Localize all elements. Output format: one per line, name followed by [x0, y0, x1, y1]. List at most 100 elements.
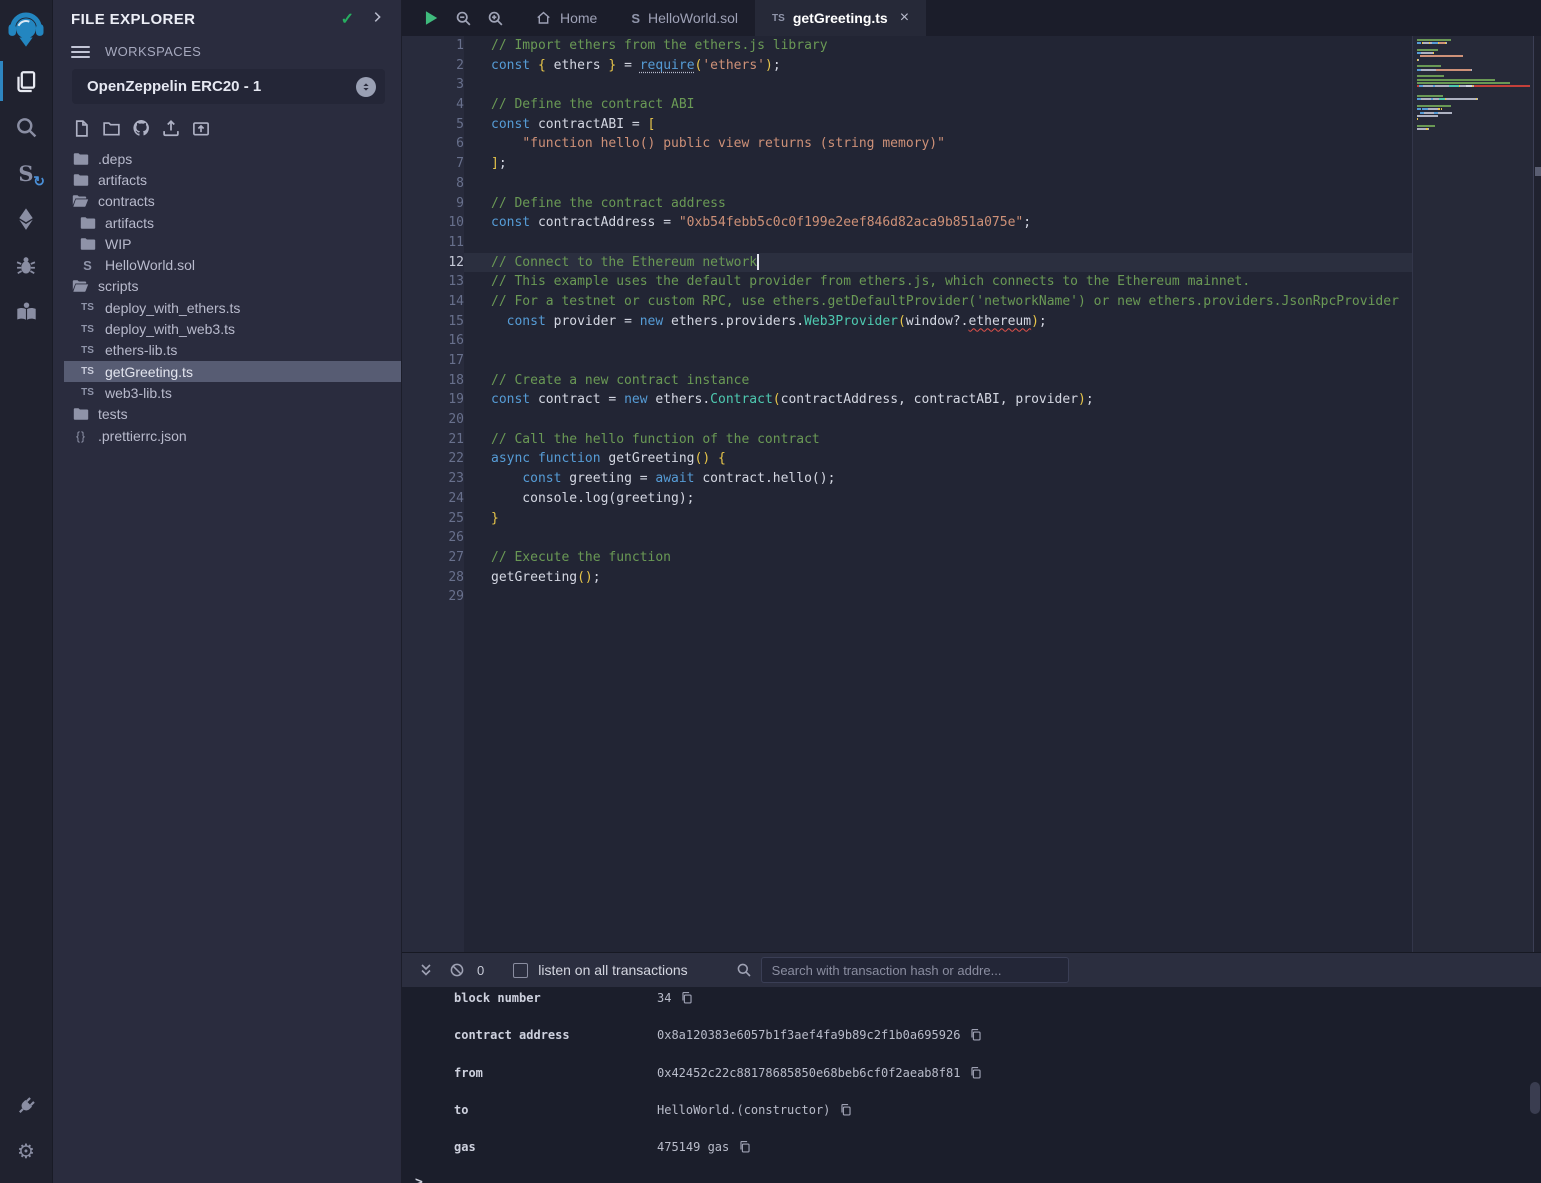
code-line-26[interactable]: 26	[402, 528, 1412, 548]
tree-item-contracts[interactable]: contracts	[64, 191, 401, 212]
tree-item-wip[interactable]: WIP	[64, 233, 401, 254]
code-text	[464, 233, 491, 253]
code-line-13[interactable]: 13// This example uses the default provi…	[402, 272, 1412, 292]
new-folder-icon[interactable]	[100, 117, 122, 139]
tab-helloworld-sol[interactable]: SHelloWorld.sol	[614, 0, 755, 36]
code-text: // Create a new contract instance	[464, 371, 749, 391]
code-line-16[interactable]: 16	[402, 331, 1412, 351]
code-line-27[interactable]: 27// Execute the function	[402, 548, 1412, 568]
code-line-22[interactable]: 22async function getGreeting() {	[402, 449, 1412, 469]
new-file-icon[interactable]	[70, 117, 92, 139]
upload-file-icon[interactable]	[160, 117, 182, 139]
code-text	[464, 331, 491, 351]
zoom-out-icon[interactable]	[455, 10, 472, 27]
code-line-7[interactable]: 7];	[402, 154, 1412, 174]
collapse-terminal-icon[interactable]	[418, 962, 434, 978]
copy-icon[interactable]	[969, 1066, 983, 1080]
code-line-29[interactable]: 29	[402, 587, 1412, 607]
run-script-button[interactable]	[422, 9, 440, 27]
code-line-5[interactable]: 5const contractABI = [	[402, 115, 1412, 135]
code-line-15[interactable]: 15 const provider = new ethers.providers…	[402, 312, 1412, 332]
terminal-body: block number34contract address0x8a120383…	[402, 987, 1541, 1183]
code-line-21[interactable]: 21// Call the hello function of the cont…	[402, 430, 1412, 450]
scrollbar-thumb[interactable]	[1535, 167, 1541, 176]
code-line-11[interactable]: 11	[402, 233, 1412, 253]
workspace-selector[interactable]: OpenZeppelin ERC20 - 1	[72, 69, 385, 104]
line-number: 25	[402, 509, 464, 529]
chevron-right-icon[interactable]	[370, 10, 384, 29]
code-line-12[interactable]: 12// Connect to the Ethereum network	[402, 253, 1412, 273]
listen-all-transactions-checkbox[interactable]	[513, 963, 528, 978]
tab-home[interactable]: Home	[518, 0, 614, 36]
plugin-manager-icon[interactable]	[0, 1083, 53, 1129]
line-number: 14	[402, 292, 464, 312]
line-number: 10	[402, 213, 464, 233]
tree-item-deploy-with-web3-ts[interactable]: TSdeploy_with_web3.ts	[64, 318, 401, 339]
code-line-28[interactable]: 28getGreeting();	[402, 568, 1412, 588]
tree-item-helloworld-sol[interactable]: SHelloWorld.sol	[64, 254, 401, 275]
page-scrollbar-thumb[interactable]	[1530, 1082, 1540, 1114]
copy-icon[interactable]	[738, 1140, 752, 1154]
code-line-25[interactable]: 25}	[402, 509, 1412, 529]
close-tab-icon[interactable]: ×	[900, 9, 909, 27]
copy-icon[interactable]	[680, 991, 694, 1005]
tree-item-artifacts[interactable]: artifacts	[64, 169, 401, 190]
clear-console-icon[interactable]	[449, 962, 465, 978]
code-line-14[interactable]: 14// For a testnet or custom RPC, use et…	[402, 292, 1412, 312]
solidity-compiler-icon[interactable]: S↻	[0, 150, 53, 196]
terminal-row-label: to	[454, 1103, 657, 1117]
code-text: // Execute the function	[464, 548, 671, 568]
terminal-prompt[interactable]: >	[402, 1173, 1541, 1183]
tree-item-deploy-with-ethers-ts[interactable]: TSdeploy_with_ethers.ts	[64, 297, 401, 318]
tree-item-scripts[interactable]: scripts	[64, 276, 401, 297]
tree-item-getgreeting-ts[interactable]: TSgetGreeting.ts	[64, 361, 401, 382]
tab-getgreeting-ts[interactable]: TSgetGreeting.ts×	[755, 0, 926, 36]
file-explorer-icon[interactable]	[0, 58, 53, 104]
code-line-3[interactable]: 3	[402, 75, 1412, 95]
code-line-20[interactable]: 20	[402, 410, 1412, 430]
tree-item-web3-lib-ts[interactable]: TSweb3-lib.ts	[64, 382, 401, 403]
tree-item--prettierrc-json[interactable]: { }.prettierrc.json	[64, 425, 401, 446]
code-line-23[interactable]: 23 const greeting = await contract.hello…	[402, 469, 1412, 489]
code-line-18[interactable]: 18// Create a new contract instance	[402, 371, 1412, 391]
file-label: artifacts	[105, 215, 154, 231]
code-pane[interactable]: 1// Import ethers from the ethers.js lib…	[402, 36, 1412, 952]
tree-item--deps[interactable]: .deps	[64, 148, 401, 169]
minimap-line	[1417, 92, 1530, 94]
github-icon[interactable]	[130, 117, 152, 139]
code-line-10[interactable]: 10const contractAddress = "0xb54febb5c0c…	[402, 213, 1412, 233]
code-line-2[interactable]: 2const { ethers } = require('ethers');	[402, 56, 1412, 76]
debugger-icon[interactable]	[0, 242, 53, 288]
minimap-line	[1417, 65, 1530, 67]
tree-item-ethers-lib-ts[interactable]: TSethers-lib.ts	[64, 340, 401, 361]
editor-scrollbar[interactable]	[1533, 36, 1541, 952]
code-line-19[interactable]: 19const contract = new ethers.Contract(c…	[402, 390, 1412, 410]
copy-icon[interactable]	[839, 1103, 853, 1117]
transaction-search-input[interactable]	[761, 957, 1069, 983]
code-text: // Define the contract address	[464, 194, 726, 214]
code-line-6[interactable]: 6 "function hello() public view returns …	[402, 134, 1412, 154]
code-line-4[interactable]: 4// Define the contract ABI	[402, 95, 1412, 115]
workspace-sort-icon[interactable]	[356, 77, 376, 97]
minimap[interactable]	[1412, 36, 1533, 952]
remix-logo-icon[interactable]	[0, 2, 53, 58]
workspaces-menu-icon[interactable]	[71, 46, 90, 58]
upload-folder-icon[interactable]	[190, 117, 212, 139]
code-line-8[interactable]: 8	[402, 174, 1412, 194]
code-line-9[interactable]: 9// Define the contract address	[402, 194, 1412, 214]
search-icon[interactable]	[0, 104, 53, 150]
editor-area: HomeSHelloWorld.solTSgetGreeting.ts× 1//…	[402, 0, 1541, 1183]
code-text	[464, 410, 491, 430]
file-label: ethers-lib.ts	[105, 342, 177, 358]
deploy-run-icon[interactable]	[0, 196, 53, 242]
json-icon: { }	[72, 429, 89, 443]
tree-item-artifacts[interactable]: artifacts	[64, 212, 401, 233]
learneth-icon[interactable]	[0, 288, 53, 334]
tree-item-tests[interactable]: tests	[64, 404, 401, 425]
code-line-24[interactable]: 24 console.log(greeting);	[402, 489, 1412, 509]
code-line-1[interactable]: 1// Import ethers from the ethers.js lib…	[402, 36, 1412, 56]
settings-icon[interactable]: ⚙	[0, 1129, 53, 1175]
copy-icon[interactable]	[969, 1028, 983, 1042]
code-line-17[interactable]: 17	[402, 351, 1412, 371]
zoom-in-icon[interactable]	[487, 10, 504, 27]
